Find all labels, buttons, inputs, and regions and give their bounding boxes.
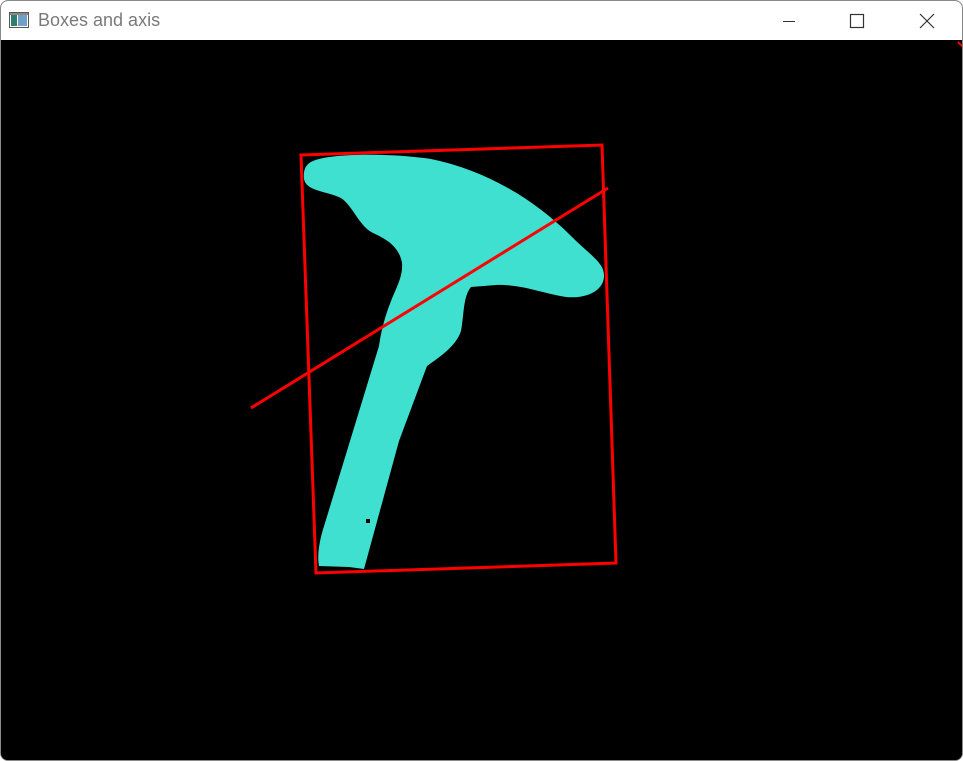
maximize-button[interactable]	[822, 1, 892, 40]
shape-hole	[366, 519, 370, 523]
maximize-icon	[849, 13, 865, 28]
app-window: Boxes and axis	[0, 0, 963, 761]
title-bar[interactable]: Boxes and axis	[1, 1, 962, 40]
app-window-icon	[9, 12, 29, 28]
minimize-button[interactable]	[754, 1, 824, 40]
close-button[interactable]	[892, 1, 962, 40]
image-canvas	[1, 41, 962, 760]
close-icon	[919, 13, 935, 28]
minimize-icon	[783, 20, 795, 22]
window-title: Boxes and axis	[38, 10, 161, 30]
